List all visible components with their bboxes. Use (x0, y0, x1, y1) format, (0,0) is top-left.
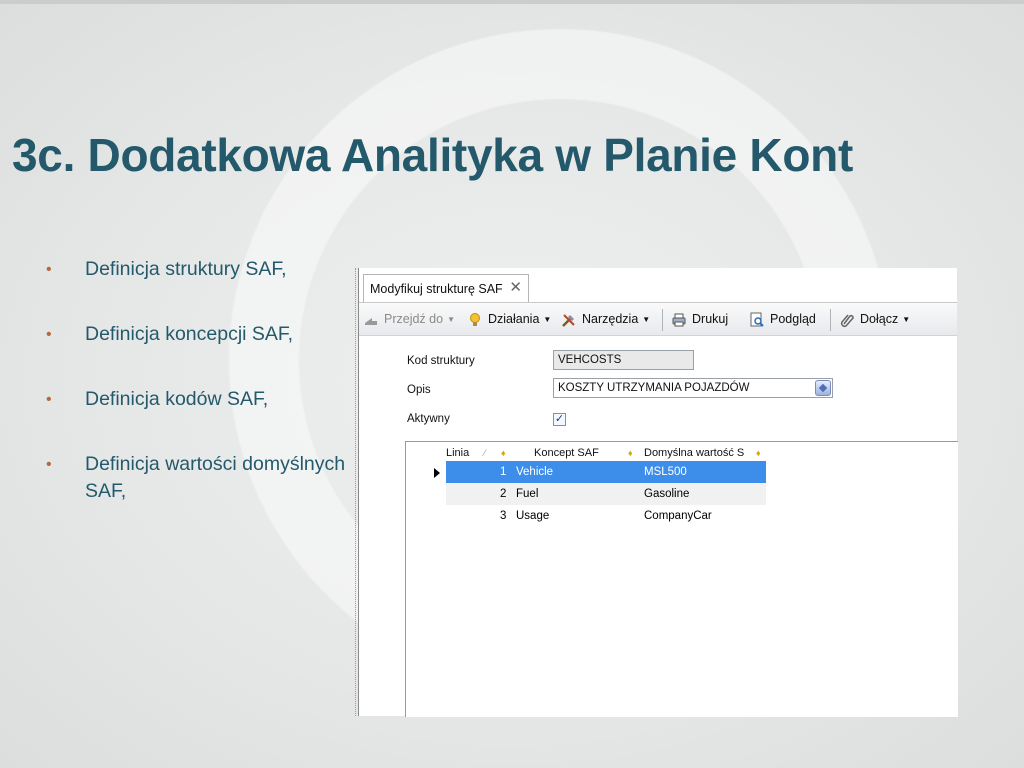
cell-line: 2 (500, 488, 507, 500)
actions-button[interactable]: Działania ▼ (467, 303, 551, 335)
bullet-dot-icon: • (46, 326, 52, 343)
print-label: Drukuj (692, 312, 729, 326)
saf-concepts-grid: Linia ⁄ ♦ Koncept SAF ♦ Domyślna wartość… (405, 441, 958, 717)
column-header-line[interactable]: Linia (446, 447, 469, 459)
tab-modify-saf-structure[interactable]: Modyfikuj strukturę SAF ✕ (363, 274, 529, 302)
grid-header: Linia ⁄ ♦ Koncept SAF ♦ Domyślna wartość… (446, 445, 766, 462)
column-header-concept[interactable]: Koncept SAF (534, 447, 599, 459)
cell-default: MSL500 (644, 466, 687, 478)
structure-code-label: Kod struktury (407, 355, 475, 367)
structure-code-field[interactable]: VEHCOSTS (553, 350, 694, 370)
cell-line: 3 (500, 510, 507, 522)
bullet-item: • Definicja kodów SAF, (46, 386, 346, 413)
bullet-text: Definicja struktury SAF, (85, 258, 287, 280)
bullet-item: • Definicja wartości domyślnych SAF, (46, 451, 346, 505)
cell-concept: Vehicle (516, 466, 554, 478)
bullet-text: Definicja wartości domyślnych SAF, (85, 453, 346, 502)
close-icon[interactable]: ✕ (509, 274, 522, 302)
translate-lookup-icon[interactable] (815, 380, 831, 396)
table-row[interactable]: 2 Fuel Gasoline (446, 483, 766, 505)
current-row-indicator-icon (434, 468, 440, 478)
tab-label: Modyfikuj strukturę SAF (370, 282, 503, 296)
goto-label: Przejdź do (384, 312, 444, 326)
preview-label: Podgląd (770, 312, 816, 326)
pin-icon: ♦ (501, 448, 506, 458)
lightbulb-icon (470, 312, 480, 326)
bullet-dot-icon: • (46, 261, 52, 278)
chevron-down-icon: ▼ (447, 315, 455, 324)
bullet-item: • Definicja koncepcji SAF, (46, 321, 346, 348)
pin-icon: ♦ (756, 448, 761, 458)
pin-icon: ♦ (628, 448, 633, 458)
toolbar-separator (662, 309, 663, 331)
slide-top-border (0, 0, 1024, 4)
description-label: Opis (407, 384, 431, 396)
actions-label: Działania (488, 312, 540, 326)
goto-arrow-icon (365, 317, 377, 325)
slide-title: 3c. Dodatkowa Analityka w Planie Kont (12, 129, 853, 181)
paperclip-icon (840, 314, 854, 327)
cell-default: Gasoline (644, 488, 690, 500)
cell-line: 1 (500, 466, 507, 478)
chevron-down-icon: ▼ (642, 315, 651, 324)
attach-label: Dołącz (860, 312, 899, 326)
print-preview-icon (750, 312, 764, 327)
toolbar: Przejdź do ▼ Działania ▼ Narzędzia ▼ Drukuj… (359, 303, 957, 336)
bullet-dot-icon: • (46, 456, 52, 473)
active-checkbox[interactable]: ✓ (553, 413, 566, 426)
active-label: Aktywny (407, 413, 450, 425)
attach-button[interactable]: Dołącz ▼ (839, 303, 910, 335)
tools-icon (562, 313, 575, 327)
print-button[interactable]: Drukuj (671, 303, 728, 335)
sort-icon: ⁄ (484, 448, 486, 458)
cell-concept: Fuel (516, 488, 539, 500)
cell-concept: Usage (516, 510, 550, 522)
chevron-down-icon: ▼ (543, 315, 552, 324)
tools-label: Narzędzia (582, 312, 639, 326)
bullet-list: • Definicja struktury SAF, • Definicja kon… (46, 256, 346, 543)
preview-button[interactable]: Podgląd (749, 303, 816, 335)
toolbar-separator (830, 309, 831, 331)
goto-button[interactable]: Przejdź do ▼ (363, 303, 455, 335)
printer-icon (672, 313, 686, 327)
table-row[interactable]: 1 Vehicle MSL500 (446, 461, 766, 483)
chevron-down-icon: ▼ (902, 315, 911, 324)
table-row[interactable]: 3 Usage CompanyCar (446, 505, 766, 527)
cell-default: CompanyCar (644, 510, 712, 522)
bullet-text: Definicja kodów SAF, (85, 388, 269, 410)
tab-strip: Modyfikuj strukturę SAF ✕ (359, 268, 957, 303)
tools-button[interactable]: Narzędzia ▼ (561, 303, 650, 335)
bullet-text: Definicja koncepcji SAF, (85, 323, 294, 345)
bullet-item: • Definicja struktury SAF, (46, 256, 346, 283)
bullet-dot-icon: • (46, 391, 52, 408)
app-window: Modyfikuj strukturę SAF ✕ Przejdź do ▼ Dz… (358, 268, 958, 717)
description-field[interactable]: KOSZTY UTRZYMANIA POJAZDÓW (553, 378, 833, 398)
column-header-default[interactable]: Domyślna wartość S (644, 447, 744, 459)
